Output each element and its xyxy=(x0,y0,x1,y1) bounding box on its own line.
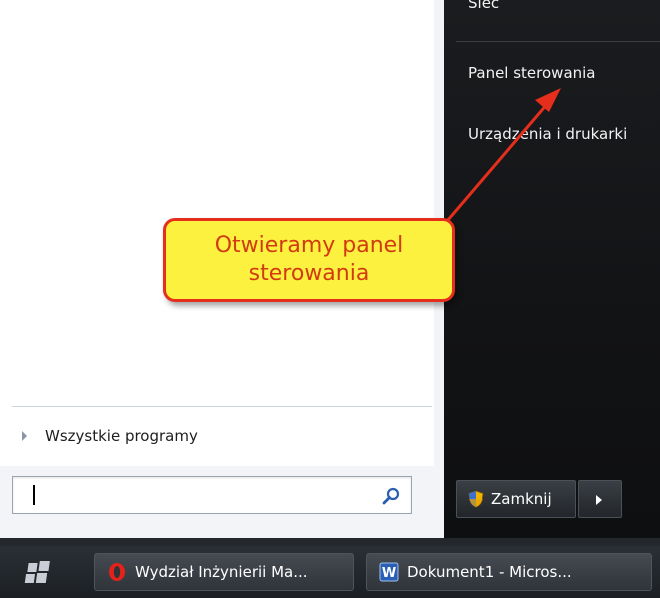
chevron-right-icon xyxy=(596,495,602,505)
taskbar-item-opera[interactable]: Wydział Inżynierii Ma... xyxy=(94,553,354,591)
callout-text: Otwieramy panel sterowania xyxy=(214,233,404,286)
word-icon: W xyxy=(379,562,399,582)
taskbar-item-label: Wydział Inżynierii Ma... xyxy=(135,563,308,581)
text-cursor xyxy=(33,485,35,505)
search-icon[interactable] xyxy=(381,486,401,506)
windows-start-icon[interactable] xyxy=(12,553,52,593)
separator xyxy=(12,406,432,407)
shutdown-button[interactable]: Zamknij xyxy=(456,480,576,518)
taskbar-edge xyxy=(0,538,660,546)
screen: Wszystkie programy Sieć Panel sterowania… xyxy=(0,0,660,598)
all-programs-button[interactable]: Wszystkie programy xyxy=(12,418,432,454)
menu-item-devices-printers[interactable]: Urządzenia i drukarki xyxy=(468,125,627,143)
shutdown-options-button[interactable] xyxy=(578,480,622,518)
shield-icon xyxy=(468,490,484,508)
annotation-callout: Otwieramy panel sterowania xyxy=(163,218,455,302)
all-programs-label: Wszystkie programy xyxy=(45,427,198,445)
svg-text:W: W xyxy=(382,566,396,581)
opera-icon xyxy=(109,563,125,581)
search-box[interactable] xyxy=(12,476,412,515)
separator xyxy=(456,41,660,42)
menu-item-network[interactable]: Sieć xyxy=(468,0,499,12)
taskbar-item-word[interactable]: W Dokument1 - Micros... xyxy=(366,553,652,591)
search-input[interactable] xyxy=(13,477,393,515)
taskbar-item-label: Dokument1 - Micros... xyxy=(407,563,572,581)
menu-item-control-panel[interactable]: Panel sterowania xyxy=(468,64,596,82)
expand-arrow-icon xyxy=(22,431,27,441)
shutdown-label: Zamknij xyxy=(491,490,552,508)
